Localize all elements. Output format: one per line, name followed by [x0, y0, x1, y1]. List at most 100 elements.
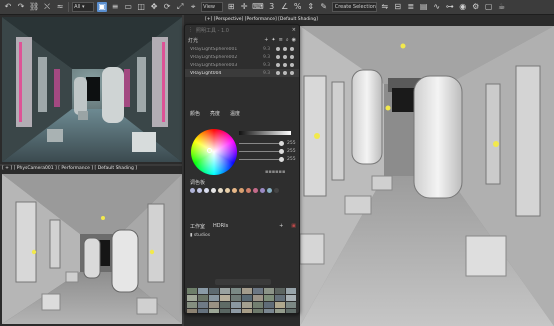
hdri-thumbnail[interactable] — [275, 295, 285, 301]
light-filter-icon[interactable]: ⌕ — [286, 37, 289, 43]
red-slider[interactable] — [239, 141, 284, 146]
hdri-thumbnail[interactable] — [253, 288, 263, 294]
light-solo-icon[interactable] — [283, 47, 287, 51]
light-solo-icon[interactable] — [283, 63, 287, 67]
add-hdri-icon[interactable]: + — [279, 223, 283, 229]
placement-icon[interactable]: ⌖ — [188, 2, 198, 12]
schematic-view-icon[interactable]: ⊶ — [445, 2, 455, 12]
hdri-thumbnail[interactable] — [198, 295, 208, 301]
panel-title-bar[interactable]: ⋮ 照明工具 - 1.0 × — [185, 25, 299, 35]
color-wheel[interactable] — [191, 129, 237, 175]
swatch[interactable] — [232, 188, 237, 193]
named-selection-sets-dropdown[interactable]: Create Selection Se — [331, 2, 377, 12]
edit-named-selection-icon[interactable]: ✎ — [319, 2, 329, 12]
toggle-ribbon-icon[interactable]: ▤ — [419, 2, 429, 12]
hdri-thumbnail[interactable] — [253, 302, 263, 308]
hdri-thumbnail[interactable] — [242, 309, 252, 313]
swatch[interactable] — [225, 188, 230, 193]
hdri-thumbnail[interactable] — [286, 309, 296, 313]
swatch[interactable] — [218, 188, 223, 193]
tab-hdris[interactable]: HDRIs — [213, 223, 228, 229]
scale-icon[interactable]: ⤢ — [175, 2, 185, 12]
drag-handle-icon[interactable]: ⋮ — [188, 27, 193, 33]
redo-icon[interactable]: ↷ — [16, 2, 26, 12]
select-object-icon[interactable]: ▣ — [97, 2, 108, 12]
snap-toggle-icon[interactable]: 3 — [267, 2, 277, 12]
light-visibility-icon[interactable] — [276, 55, 280, 59]
hdri-thumbnail[interactable] — [231, 295, 241, 301]
swatch[interactable] — [239, 188, 244, 193]
light-visibility-icon[interactable] — [276, 47, 280, 51]
align-icon[interactable]: ⊟ — [393, 2, 403, 12]
swatch[interactable] — [246, 188, 251, 193]
hdri-folder[interactable]: ▮ studios — [190, 233, 210, 238]
swatch[interactable] — [190, 188, 195, 193]
red-slider-knob[interactable] — [279, 141, 284, 146]
material-editor-icon[interactable]: ◉ — [458, 2, 468, 12]
hdri-thumbnail[interactable] — [187, 302, 197, 308]
hdri-thumbnail[interactable] — [187, 288, 197, 294]
window-crossing-icon[interactable]: ◫ — [136, 2, 146, 12]
hdri-thumbnail[interactable] — [253, 295, 263, 301]
unlink-icon[interactable]: ⛌ — [42, 2, 52, 12]
light-solo-icon[interactable] — [283, 71, 287, 75]
light-solo-icon[interactable] — [283, 55, 287, 59]
hdri-thumbnail[interactable] — [198, 288, 208, 294]
hdri-thumbnail[interactable] — [231, 309, 241, 313]
hdri-thumbnail[interactable] — [286, 302, 296, 308]
hdri-thumbnail[interactable] — [264, 302, 274, 308]
layer-explorer-icon[interactable]: ≣ — [406, 2, 416, 12]
light-select-icon[interactable] — [290, 55, 294, 59]
light-list-item[interactable]: VRayLightSphere002 9.3 — [185, 53, 299, 61]
bind-space-warp-icon[interactable]: ≈ — [55, 2, 65, 12]
pivot-center-icon[interactable]: ⊞ — [226, 2, 236, 12]
hdri-thumbnail[interactable] — [209, 302, 219, 308]
hdri-thumbnail[interactable] — [198, 302, 208, 308]
light-select-icon[interactable] — [290, 47, 294, 51]
hdri-thumbnail[interactable] — [231, 302, 241, 308]
hdri-thumbnail[interactable] — [286, 295, 296, 301]
green-slider[interactable] — [239, 149, 284, 154]
light-settings-icon[interactable]: ◉ — [292, 37, 296, 43]
render-setup-icon[interactable]: ⚙ — [471, 2, 481, 12]
selection-filter-dropdown[interactable]: All ▾ — [72, 2, 95, 12]
select-by-name-icon[interactable]: ≡ — [110, 2, 120, 12]
undo-icon[interactable]: ↶ — [3, 2, 13, 12]
light-list-item[interactable]: VRayLightSphere003 9.3 — [185, 61, 299, 69]
hdri-thumbnail[interactable] — [209, 295, 219, 301]
perspective-viewport[interactable] — [300, 26, 554, 326]
reference-coordinate-dropdown[interactable]: View — [201, 2, 224, 12]
brightness-gradient-bar[interactable] — [239, 131, 291, 135]
camera-viewport-label[interactable]: [ + ] [ PhysCamera001 ] [ Performance ] … — [2, 166, 137, 171]
hdri-thumbnail[interactable] — [264, 295, 274, 301]
move-icon[interactable]: ✥ — [149, 2, 159, 12]
hdri-thumbnail[interactable] — [275, 309, 285, 313]
hdri-thumbnail[interactable] — [220, 309, 230, 313]
hdri-thumbnail[interactable] — [242, 302, 252, 308]
light-options-icon[interactable]: ✦ — [271, 37, 275, 43]
hdri-thumbnail[interactable] — [286, 288, 296, 294]
blue-slider[interactable] — [239, 157, 284, 162]
hdri-thumbnail[interactable] — [220, 302, 230, 308]
rectangular-selection-icon[interactable]: ▭ — [123, 2, 133, 12]
mirror-icon[interactable]: ⇋ — [380, 2, 390, 12]
rotate-icon[interactable]: ⟳ — [162, 2, 172, 12]
close-icon[interactable]: × — [292, 27, 296, 33]
hdri-thumbnail[interactable] — [264, 288, 274, 294]
light-select-icon[interactable] — [290, 71, 294, 75]
tab-color[interactable]: 颜色 — [190, 110, 200, 117]
render-icon[interactable]: ☕ — [497, 2, 507, 12]
hdri-search-bar[interactable] — [215, 279, 271, 285]
hdri-thumbnail[interactable] — [220, 288, 230, 294]
add-light-icon[interactable]: + — [264, 37, 268, 43]
swatch[interactable] — [204, 188, 209, 193]
keyboard-shortcut-icon[interactable]: ⌨ — [252, 2, 264, 12]
light-visibility-icon[interactable] — [276, 71, 280, 75]
link-icon[interactable]: ⛓ — [29, 2, 39, 12]
hdri-thumbnail[interactable] — [187, 295, 197, 301]
swatch[interactable] — [253, 188, 258, 193]
render-preview-viewport[interactable] — [2, 17, 182, 162]
hdri-thumbnail[interactable] — [253, 309, 263, 313]
tab-temperature[interactable]: 温度 — [230, 110, 240, 117]
hdri-thumbnail[interactable] — [187, 309, 197, 313]
